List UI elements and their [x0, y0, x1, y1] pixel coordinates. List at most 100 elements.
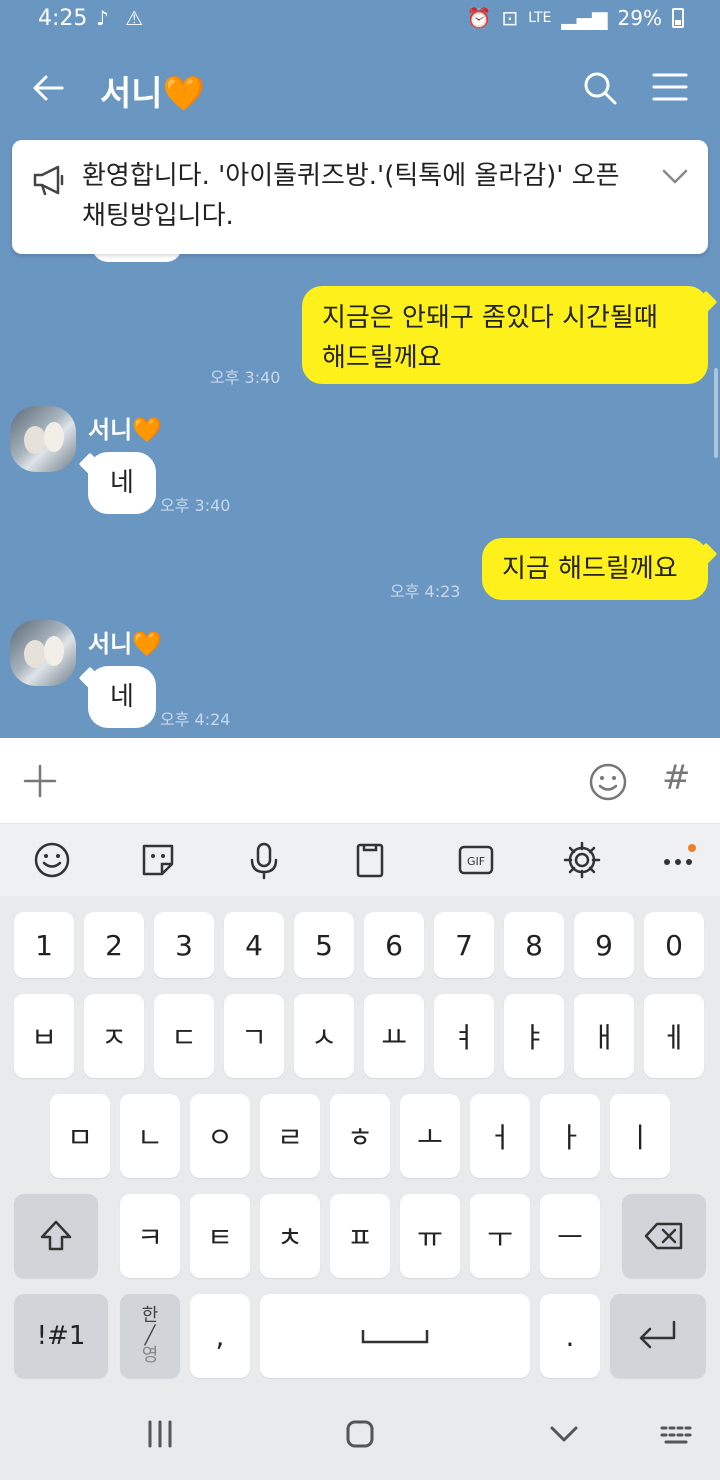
key[interactable]: 5 — [294, 912, 354, 978]
space-key[interactable] — [260, 1294, 530, 1378]
notice-text: 환영합니다. '아이돌퀴즈방.'(틱톡에 올라감)' 오픈채팅방입니다. — [82, 161, 620, 231]
network-type: LTE — [528, 10, 552, 26]
sender-name: 서니🧡 — [88, 416, 163, 444]
status-left-icons: ♪ ⚠ — [96, 6, 143, 30]
chat-area[interactable]: 환영합니다. '아이돌퀴즈방.'(틱톡에 올라감)' 오픈채팅방입니다. 지금은… — [0, 138, 720, 738]
key[interactable]: ㄷ — [154, 994, 214, 1078]
key[interactable]: 9 — [574, 912, 634, 978]
recent-apps-icon[interactable] — [142, 1416, 178, 1452]
their-message-bubble[interactable]: 네 — [88, 666, 156, 728]
menu-icon[interactable] — [652, 72, 688, 102]
shift-key[interactable] — [14, 1194, 98, 1278]
keyboard-switch-icon[interactable] — [658, 1416, 694, 1452]
symbols-key[interactable]: !#1 — [14, 1294, 108, 1378]
tiktok-icon: ♪ — [96, 6, 109, 30]
key[interactable]: ㅣ — [610, 1094, 670, 1178]
avatar[interactable] — [10, 620, 76, 686]
key[interactable]: 3 — [154, 912, 214, 978]
shift-icon — [40, 1220, 72, 1251]
hide-keyboard-icon[interactable] — [546, 1416, 582, 1452]
mic-icon[interactable] — [244, 840, 284, 880]
key[interactable]: ㅊ — [260, 1194, 320, 1278]
key[interactable]: ㅔ — [644, 994, 704, 1078]
key[interactable]: 1 — [14, 912, 74, 978]
key[interactable]: ㄹ — [260, 1094, 320, 1178]
chevron-down-icon[interactable] — [662, 168, 688, 186]
navigation-bar — [0, 1390, 720, 1480]
enter-key[interactable] — [610, 1294, 706, 1378]
message-text: 네 — [110, 468, 134, 498]
message-time: 오후 3:40 — [160, 496, 231, 515]
key[interactable]: ㅓ — [470, 1094, 530, 1178]
scrollbar[interactable] — [714, 368, 718, 458]
language-korean-label: 한 — [141, 1305, 159, 1326]
backspace-key[interactable] — [622, 1194, 706, 1278]
key[interactable]: 2 — [84, 912, 144, 978]
signal-icon: ▂▄▆ — [561, 6, 608, 30]
sticker-icon[interactable] — [138, 840, 178, 880]
my-message-bubble[interactable]: 지금은 안돼구 좀있다 시간될때 해드릴께요 — [302, 286, 708, 384]
key[interactable]: 7 — [434, 912, 494, 978]
key[interactable]: ㅌ — [190, 1194, 250, 1278]
status-time: 4:25 — [38, 6, 88, 31]
key[interactable]: ㅏ — [540, 1094, 600, 1178]
settings-icon[interactable] — [562, 840, 602, 880]
message-input[interactable] — [80, 758, 570, 804]
status-right-icons: ⏰ ⊡ LTE ▂▄▆ 29% — [466, 6, 684, 30]
key[interactable]: ㅍ — [330, 1194, 390, 1278]
key[interactable]: ㅛ — [364, 994, 424, 1078]
key[interactable]: ㅁ — [50, 1094, 110, 1178]
key[interactable]: ㅜ — [470, 1194, 530, 1278]
more-icon[interactable] — [660, 840, 700, 880]
alarm-icon: ⏰ — [466, 6, 492, 30]
key[interactable]: ㅗ — [400, 1094, 460, 1178]
key[interactable]: ㅎ — [330, 1094, 390, 1178]
key[interactable]: 4 — [224, 912, 284, 978]
key[interactable]: ㅠ — [400, 1194, 460, 1278]
notice-banner[interactable]: 환영합니다. '아이돌퀴즈방.'(틱톡에 올라감)' 오픈채팅방입니다. — [12, 140, 708, 254]
message-text: 네 — [110, 682, 134, 712]
key[interactable]: 8 — [504, 912, 564, 978]
my-message-bubble[interactable]: 지금 해드릴께요 — [482, 538, 708, 600]
key[interactable]: ㅑ — [504, 994, 564, 1078]
gif-icon[interactable]: GIF — [456, 840, 496, 880]
avatar[interactable] — [10, 406, 76, 472]
key[interactable]: ㅕ — [434, 994, 494, 1078]
battery-icon — [672, 8, 684, 28]
comma-key[interactable]: , — [190, 1294, 250, 1378]
key[interactable]: ㅡ — [540, 1194, 600, 1278]
home-icon[interactable] — [342, 1416, 378, 1452]
message-time: 오후 3:40 — [210, 368, 281, 387]
search-icon[interactable] — [582, 70, 618, 106]
key[interactable]: 6 — [364, 912, 424, 978]
sender-name: 서니🧡 — [88, 630, 163, 658]
language-slash: ╱ — [144, 1325, 156, 1346]
keyboard: 1 2 3 4 5 6 7 8 9 0 ㅂ ㅈ ㄷ ㄱ ㅅ ㅛ ㅕ ㅑ ㅐ ㅔ … — [0, 896, 720, 1390]
status-bar: 4:25 ♪ ⚠ ⏰ ⊡ LTE ▂▄▆ 29% — [0, 0, 720, 40]
language-key[interactable]: 한 ╱ 영 — [120, 1294, 180, 1378]
key[interactable]: 0 — [644, 912, 704, 978]
svg-text:GIF: GIF — [467, 855, 485, 868]
back-arrow-icon[interactable] — [30, 70, 66, 106]
message-text: 지금 해드릴께요 — [502, 554, 678, 584]
clipboard-icon[interactable] — [350, 840, 390, 880]
key[interactable]: ㅅ — [294, 994, 354, 1078]
emoji-icon[interactable] — [588, 762, 628, 802]
plus-icon[interactable] — [22, 763, 58, 799]
key[interactable]: ㅐ — [574, 994, 634, 1078]
emoji-icon[interactable] — [32, 840, 72, 880]
battery-percent: 29% — [617, 6, 662, 30]
hash-icon[interactable]: # — [662, 758, 691, 798]
key[interactable]: ㄱ — [224, 994, 284, 1078]
their-message-bubble[interactable]: 네 — [88, 452, 156, 514]
key[interactable]: ㅈ — [84, 994, 144, 1078]
key[interactable]: ㅂ — [14, 994, 74, 1078]
space-icon — [361, 1330, 429, 1344]
message-time: 오후 4:24 — [160, 710, 231, 729]
key[interactable]: ㅇ — [190, 1094, 250, 1178]
period-key[interactable]: . — [540, 1294, 600, 1378]
enter-icon — [639, 1320, 676, 1349]
key[interactable]: ㄴ — [120, 1094, 180, 1178]
message-input-bar: # — [0, 738, 720, 824]
key[interactable]: ㅋ — [120, 1194, 180, 1278]
